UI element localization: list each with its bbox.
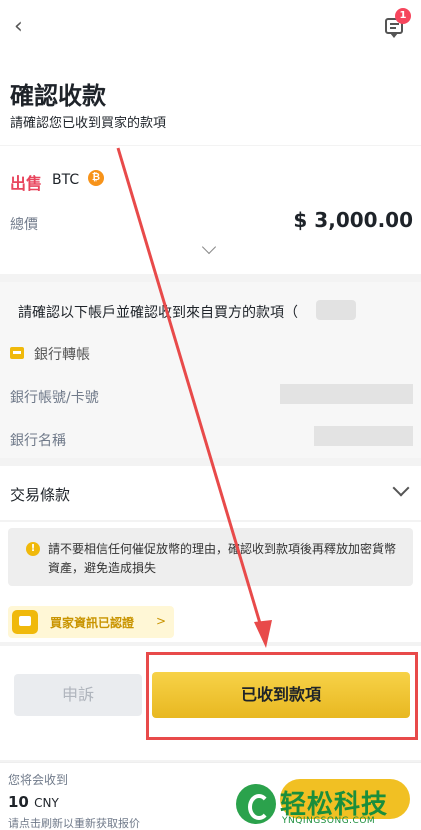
chevron-down-icon[interactable]	[201, 239, 217, 255]
watermark: 轻松科技 YNQINGSONG.COM	[236, 780, 421, 830]
watermark-subtitle: YNQINGSONG.COM	[282, 816, 376, 826]
notice-section: ! 請不要相信任何催促放幣的理由，確認收到款項後再釋放加密貨幣資產，避免造成損失…	[0, 522, 421, 642]
confirm-instruction: 請確認以下帳戶並確認收到來自買方的款項（）	[18, 305, 356, 321]
buyer-verified-chip[interactable]: 買家資訊已認證 >	[8, 606, 174, 638]
warning-notice: ! 請不要相信任何催促放幣的理由，確認收到款項後再釋放加密貨幣資產，避免造成損失	[8, 528, 413, 586]
verified-id-icon	[12, 610, 38, 634]
order-summary: 出售 BTC ₿ 總價 $ 3,000.00	[0, 146, 421, 274]
payment-method: 銀行轉帳	[34, 347, 90, 363]
notification-badge: 1	[395, 8, 411, 24]
total-price-label: 總價	[10, 217, 38, 233]
watermark-logo-icon	[236, 784, 276, 824]
appeal-button[interactable]: 申訴	[14, 674, 142, 716]
page-subtitle: 請確認您已收到買家的款項	[10, 116, 167, 131]
page-header: ‹ 1 確認收款 請確認您已收到買家的款項	[0, 0, 421, 145]
bank-card-icon	[10, 347, 24, 359]
receive-amount: 10 CNY	[8, 793, 59, 811]
action-bar: 申訴 已收到款項	[0, 646, 421, 760]
warning-text: 請不要相信任何催促放幣的理由，確認收到款項後再釋放加密貨幣資產，避免造成損失	[48, 542, 397, 575]
trade-terms-row[interactable]: 交易條款	[0, 466, 421, 520]
redacted-buyer-name	[316, 300, 356, 320]
total-price-value: $ 3,000.00	[293, 208, 413, 232]
bank-name-label: 銀行名稱	[10, 433, 66, 449]
chevron-down-icon[interactable]	[392, 479, 410, 497]
buyer-verified-label: 買家資訊已認證	[50, 616, 135, 630]
trade-terms-label: 交易條款	[10, 486, 71, 504]
bitcoin-icon: ₿	[88, 170, 104, 186]
page-title: 確認收款	[10, 82, 106, 110]
warning-icon: !	[26, 542, 40, 556]
annotation-highlight-box	[146, 652, 418, 740]
order-asset: BTC	[52, 172, 80, 188]
redacted-bank-name	[314, 426, 413, 446]
receive-label: 您将会收到	[8, 773, 69, 787]
chevron-right-icon: >	[156, 614, 167, 628]
redacted-account-number	[280, 384, 413, 404]
account-number-label: 銀行帳號/卡號	[10, 390, 99, 406]
back-arrow-icon[interactable]: ‹	[14, 16, 36, 38]
payment-details: 請確認以下帳戶並確認收到來自買方的款項（） 銀行轉帳 銀行帳號/卡號 銀行名稱	[0, 282, 421, 458]
refresh-note: 请点击刷新以重新获取报价	[8, 817, 140, 830]
order-side: 出售	[10, 174, 43, 193]
